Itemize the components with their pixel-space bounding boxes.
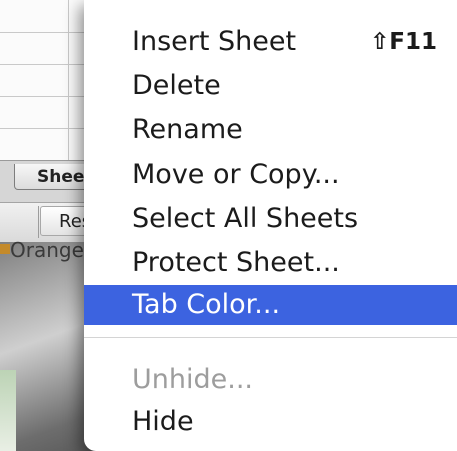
menu-item-insert-sheet[interactable]: Insert Sheet ⇧F11 xyxy=(84,22,457,62)
gallery-edge xyxy=(0,370,16,451)
menu-item-delete[interactable]: Delete xyxy=(84,66,457,106)
menu-item-rename[interactable]: Rename xyxy=(84,110,457,150)
grid-column-line xyxy=(68,0,69,160)
gallery-item-label: Oranges xyxy=(10,238,95,262)
menu-item-label: Move or Copy... xyxy=(132,159,340,190)
menu-item-label: Protect Sheet... xyxy=(132,247,340,278)
menu-item-protect-sheet[interactable]: Protect Sheet... xyxy=(84,243,457,283)
menu-item-hide[interactable]: Hide xyxy=(84,402,457,442)
menu-item-select-all-sheets[interactable]: Select All Sheets xyxy=(84,199,457,239)
menu-item-tab-color[interactable]: Tab Color... xyxy=(84,285,457,325)
theme-swatch xyxy=(0,244,10,254)
menu-item-label: Delete xyxy=(132,70,221,101)
menu-item-unhide[interactable]: Unhide... xyxy=(84,360,457,400)
menu-item-move-or-copy[interactable]: Move or Copy... xyxy=(84,155,457,195)
menu-item-label: Rename xyxy=(132,114,243,145)
menu-item-label: Tab Color... xyxy=(132,289,281,320)
menu-item-label: Hide xyxy=(132,406,194,437)
sheet-context-menu: Insert Sheet ⇧F11 Delete Rename Move or … xyxy=(84,0,457,451)
menu-separator xyxy=(84,337,457,338)
menu-item-label: Unhide... xyxy=(132,364,253,395)
menu-item-label: Select All Sheets xyxy=(132,203,359,234)
menu-item-label: Insert Sheet xyxy=(132,26,297,57)
keyboard-shortcut: ⇧F11 xyxy=(370,29,437,55)
ribbon-separator xyxy=(38,206,39,238)
